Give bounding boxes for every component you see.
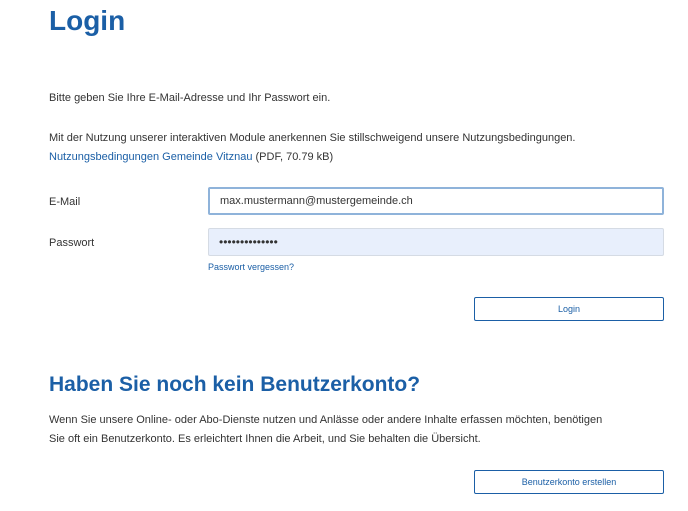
terms-file-info: (PDF, 70.79 kB) [255, 151, 334, 163]
register-text-line2: Sie oft ein Benutzerkonto. Es erleichter… [49, 433, 481, 445]
email-label: E-Mail [49, 196, 81, 208]
password-label: Passwort [49, 237, 95, 249]
password-field[interactable] [208, 228, 664, 256]
create-account-button[interactable]: Benutzerkonto erstellen [474, 470, 664, 494]
register-heading: Haben Sie noch kein Benutzerkonto? [49, 373, 421, 396]
login-button[interactable]: Login [474, 297, 664, 321]
register-text-line1: Wenn Sie unsere Online- oder Abo-Dienste… [49, 414, 603, 426]
forgot-password-link[interactable]: Passwort vergessen? [208, 261, 294, 273]
login-intro-text: Bitte geben Sie Ihre E-Mail-Adresse und … [49, 92, 331, 104]
terms-notice-text: Mit der Nutzung unserer interaktiven Mod… [49, 132, 576, 144]
register-description: Wenn Sie unsere Online- oder Abo-Dienste… [49, 411, 665, 449]
terms-notice: Mit der Nutzung unserer interaktiven Mod… [49, 129, 649, 167]
terms-link[interactable]: Nutzungsbedingungen Gemeinde Vitznau [49, 151, 252, 163]
email-field[interactable] [208, 187, 664, 215]
page-title: Login [49, 5, 126, 36]
